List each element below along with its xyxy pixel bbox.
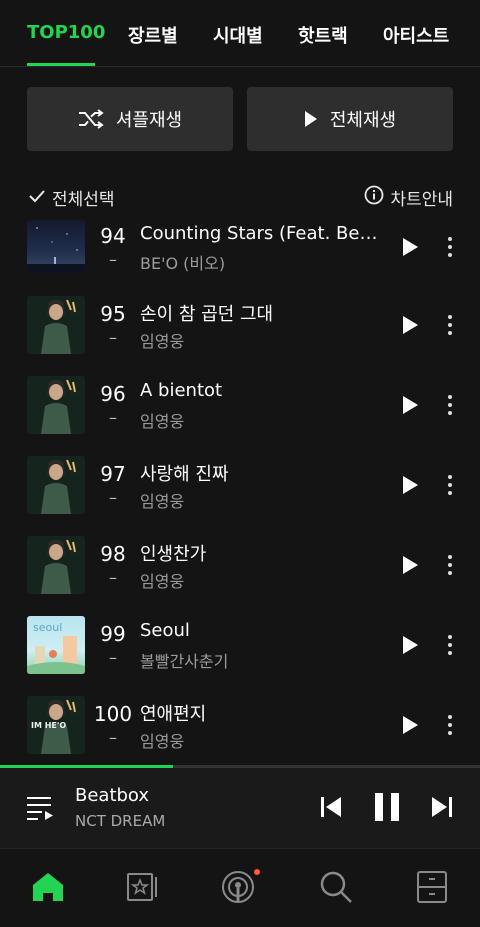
info-icon bbox=[364, 185, 384, 210]
tab-artist[interactable]: 아티스트 bbox=[383, 22, 449, 48]
song-artist: 볼빨간사춘기 bbox=[140, 652, 229, 671]
storage-icon bbox=[414, 871, 450, 909]
album-art: seoul bbox=[27, 616, 85, 674]
song-rank: 94 bbox=[100, 224, 126, 248]
previous-icon[interactable] bbox=[320, 796, 342, 822]
chart-info-label: 차트안내 bbox=[390, 190, 453, 210]
more-options-icon[interactable] bbox=[442, 553, 458, 577]
more-options-icon[interactable] bbox=[442, 633, 458, 657]
rank-change: – bbox=[109, 328, 117, 347]
shuffle-icon bbox=[78, 109, 104, 129]
list-item[interactable]: 98 – 인생찬가 임영웅 bbox=[0, 536, 480, 616]
bottom-navigation bbox=[0, 848, 480, 927]
play-icon[interactable] bbox=[400, 237, 420, 257]
tab-hot-track[interactable]: 핫트랙 bbox=[298, 22, 348, 48]
podcast-icon bbox=[220, 869, 260, 909]
chart-tabs: TOP100 장르별 시대별 핫트랙 아티스트 bbox=[0, 0, 480, 67]
more-options-icon[interactable] bbox=[442, 235, 458, 259]
album-art bbox=[27, 536, 85, 594]
play-icon[interactable] bbox=[400, 395, 420, 415]
song-rank: 100 bbox=[93, 702, 133, 726]
mini-player[interactable] bbox=[0, 768, 480, 848]
now-playing-artist: NCT DREAM bbox=[75, 812, 166, 830]
notification-badge bbox=[254, 869, 260, 875]
rank-change: – bbox=[109, 488, 117, 507]
song-artist: 임영웅 bbox=[140, 492, 185, 511]
chart-info-button[interactable]: 차트안내 bbox=[364, 185, 453, 210]
list-item[interactable]: seoul 99 – Seoul 볼빨간사춘기 bbox=[0, 616, 480, 696]
nav-search[interactable] bbox=[318, 869, 354, 905]
song-artist: 임영웅 bbox=[140, 732, 185, 751]
tab-era[interactable]: 시대별 bbox=[213, 22, 263, 48]
play-icon[interactable] bbox=[400, 555, 420, 575]
song-artist: 임영웅 bbox=[140, 572, 185, 591]
song-rank: 95 bbox=[100, 302, 126, 326]
play-icon[interactable] bbox=[400, 715, 420, 735]
song-rank: 99 bbox=[100, 622, 126, 646]
more-options-icon[interactable] bbox=[442, 393, 458, 417]
album-art bbox=[27, 220, 85, 273]
list-item[interactable]: 97 – 사랑해 진짜 임영웅 bbox=[0, 456, 480, 536]
song-rank: 98 bbox=[100, 542, 126, 566]
select-all-label: 전체선택 bbox=[52, 190, 115, 210]
play-icon[interactable] bbox=[400, 635, 420, 655]
tab-top100[interactable]: TOP100 bbox=[27, 22, 105, 43]
song-title: 연애편지 bbox=[140, 704, 207, 725]
song-artist: 임영웅 bbox=[140, 412, 185, 431]
album-art bbox=[27, 296, 85, 354]
song-title: Seoul bbox=[140, 620, 190, 641]
song-title: 인생찬가 bbox=[140, 544, 207, 565]
list-item[interactable]: 94 – Counting Stars (Feat. Beenzino) BE'… bbox=[0, 220, 480, 300]
search-icon bbox=[318, 871, 354, 909]
more-options-icon[interactable] bbox=[442, 473, 458, 497]
nav-storage[interactable] bbox=[414, 869, 450, 905]
song-rank: 96 bbox=[100, 382, 126, 406]
playlist-icon[interactable] bbox=[26, 793, 54, 825]
song-title: 사랑해 진짜 bbox=[140, 464, 229, 485]
now-playing-title: Beatbox bbox=[75, 785, 150, 806]
album-art: IM HE'O bbox=[27, 696, 85, 754]
checkmark-icon bbox=[28, 188, 46, 208]
rank-change: – bbox=[109, 728, 117, 747]
play-icon[interactable] bbox=[400, 475, 420, 495]
song-list: 94 – Counting Stars (Feat. Beenzino) BE'… bbox=[0, 220, 480, 766]
album-im-hero-lettering: IM HE'O bbox=[31, 721, 66, 730]
album-art bbox=[27, 456, 85, 514]
list-item[interactable]: 96 – A bientot 임영웅 bbox=[0, 376, 480, 456]
library-icon bbox=[124, 873, 160, 909]
rank-change: – bbox=[109, 648, 117, 667]
album-seoul-lettering: seoul bbox=[33, 621, 62, 634]
nav-library[interactable] bbox=[124, 869, 160, 905]
list-item[interactable]: 95 – 손이 참 곱던 그대 임영웅 bbox=[0, 296, 480, 376]
song-artist: 임영웅 bbox=[140, 332, 185, 351]
play-icon[interactable] bbox=[400, 315, 420, 335]
play-all-button[interactable]: 전체재생 bbox=[247, 87, 453, 151]
song-artist: BE'O (비오) bbox=[140, 254, 226, 273]
rank-change: – bbox=[109, 408, 117, 427]
album-art bbox=[27, 376, 85, 434]
home-icon bbox=[30, 873, 66, 909]
nav-home[interactable] bbox=[30, 869, 66, 905]
song-title: A bientot bbox=[140, 380, 223, 401]
list-item[interactable]: IM HE'O 100 – 연애편지 임영웅 bbox=[0, 696, 480, 766]
play-icon bbox=[304, 110, 318, 128]
shuffle-play-button[interactable]: 셔플재생 bbox=[27, 87, 233, 151]
rank-change: – bbox=[109, 568, 117, 587]
song-title: 손이 참 곱던 그대 bbox=[140, 304, 274, 325]
more-options-icon[interactable] bbox=[442, 713, 458, 737]
shuffle-play-label: 셔플재생 bbox=[115, 110, 183, 131]
active-tab-indicator bbox=[27, 63, 95, 66]
pause-icon[interactable] bbox=[374, 793, 400, 825]
play-all-label: 전체재생 bbox=[329, 110, 397, 131]
rank-change: – bbox=[109, 250, 117, 269]
song-rank: 97 bbox=[100, 462, 126, 486]
song-title: Counting Stars (Feat. Beenzino) bbox=[140, 223, 385, 244]
tab-genre[interactable]: 장르별 bbox=[128, 22, 178, 48]
select-all-toggle[interactable]: 전체선택 bbox=[28, 185, 115, 210]
nav-podcast[interactable] bbox=[220, 869, 260, 905]
next-icon[interactable] bbox=[431, 796, 453, 822]
more-options-icon[interactable] bbox=[442, 313, 458, 337]
